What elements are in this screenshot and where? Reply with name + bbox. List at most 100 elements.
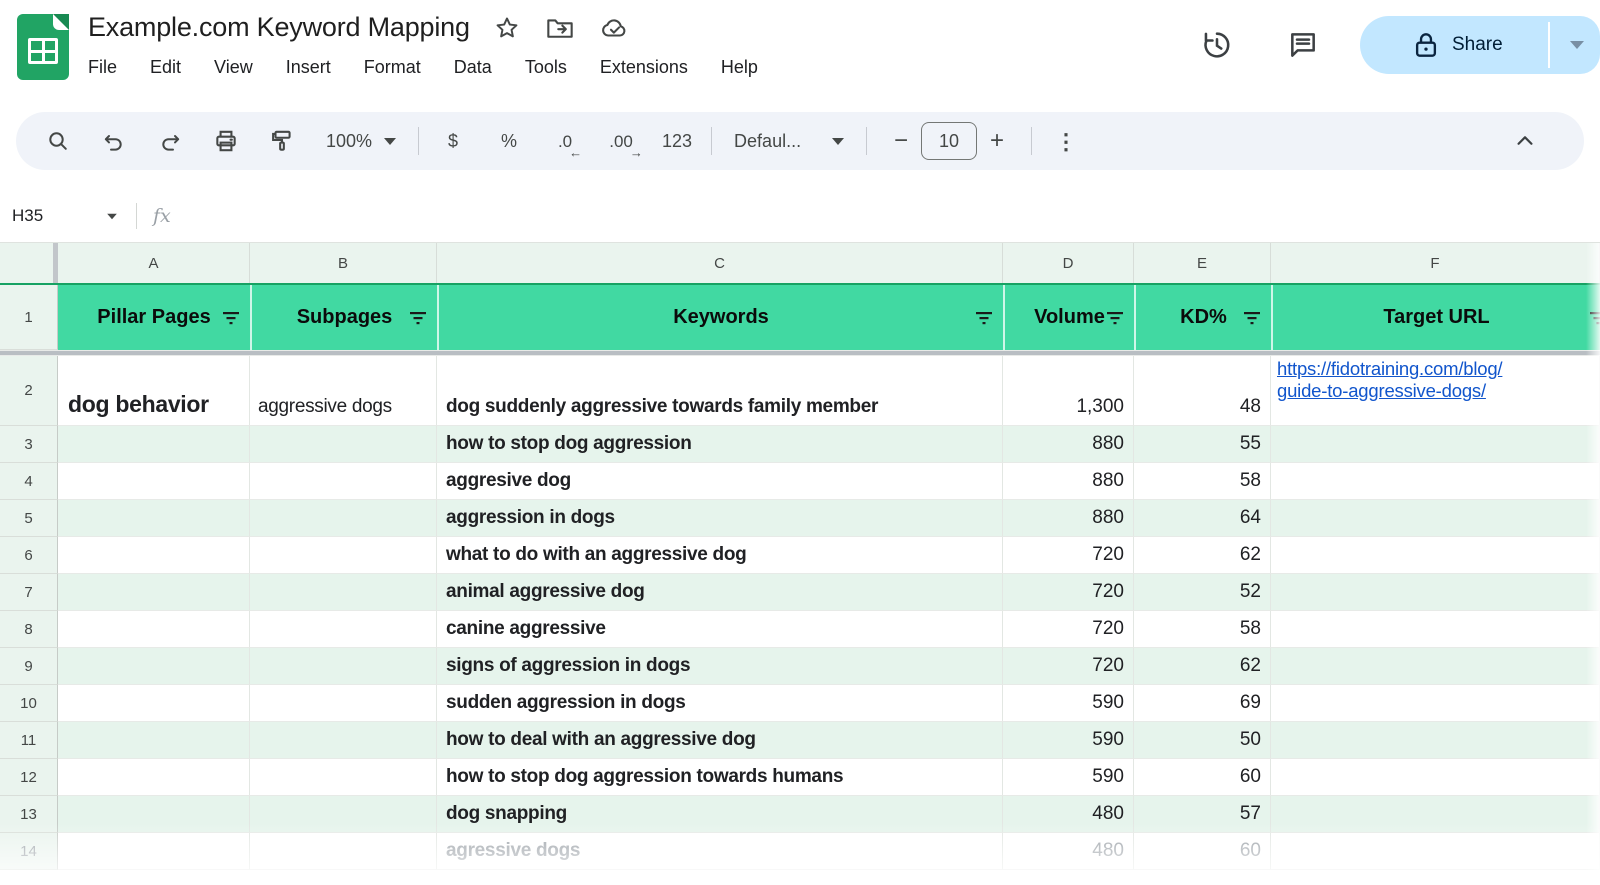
cell-D5[interactable]: 880 xyxy=(1003,500,1134,537)
row-number-14[interactable]: 14 xyxy=(0,833,58,870)
row-number-11[interactable]: 11 xyxy=(0,722,58,759)
cell-C7[interactable]: animal aggressive dog xyxy=(437,574,1003,611)
number-format-button[interactable]: 123 xyxy=(657,121,697,161)
cell-A11[interactable] xyxy=(58,722,250,759)
column-header-B[interactable]: B xyxy=(250,243,437,283)
filter-icon[interactable] xyxy=(975,311,993,325)
cell-C6[interactable]: what to do with an aggressive dog xyxy=(437,537,1003,574)
increase-decimal-button[interactable]: .00→ xyxy=(601,121,641,161)
cell-F8[interactable] xyxy=(1271,611,1600,648)
cell-A3[interactable] xyxy=(58,426,250,463)
cell-D10[interactable]: 590 xyxy=(1003,685,1134,722)
menu-format[interactable]: Format xyxy=(364,57,421,78)
cell-B8[interactable] xyxy=(250,611,437,648)
cell-B11[interactable] xyxy=(250,722,437,759)
cell-B5[interactable] xyxy=(250,500,437,537)
cell-A14[interactable] xyxy=(58,833,250,870)
toolbar-more-button[interactable]: ⋮ xyxy=(1046,121,1086,161)
cell-C14[interactable]: agressive dogs xyxy=(437,833,1003,870)
font-family-control[interactable]: Defaul... xyxy=(726,131,852,152)
row-number-4[interactable]: 4 xyxy=(0,463,58,500)
header-cell-colF[interactable]: Target URL xyxy=(1271,285,1600,350)
cell-E13[interactable]: 57 xyxy=(1134,796,1271,833)
row-number-12[interactable]: 12 xyxy=(0,759,58,796)
menu-data[interactable]: Data xyxy=(454,57,492,78)
column-header-A[interactable]: A xyxy=(58,243,250,283)
menu-view[interactable]: View xyxy=(214,57,253,78)
header-cell-colE[interactable]: KD% xyxy=(1134,285,1271,350)
row-number-6[interactable]: 6 xyxy=(0,537,58,574)
header-cell-colB[interactable]: Subpages xyxy=(250,285,437,350)
cell-F6[interactable] xyxy=(1271,537,1600,574)
cell-F2[interactable]: https://fidotraining.com/blog/guide-to-a… xyxy=(1271,356,1600,426)
filter-icon[interactable] xyxy=(409,311,427,325)
cell-D6[interactable]: 720 xyxy=(1003,537,1134,574)
cell-B14[interactable] xyxy=(250,833,437,870)
zoom-control[interactable]: 100% xyxy=(318,131,404,152)
filter-icon[interactable] xyxy=(222,311,240,325)
cell-C5[interactable]: aggression in dogs xyxy=(437,500,1003,537)
cell-A13[interactable] xyxy=(58,796,250,833)
cell-A10[interactable] xyxy=(58,685,250,722)
menu-insert[interactable]: Insert xyxy=(286,57,331,78)
cell-B7[interactable] xyxy=(250,574,437,611)
cell-E10[interactable]: 69 xyxy=(1134,685,1271,722)
cell-A7[interactable] xyxy=(58,574,250,611)
row-number-13[interactable]: 13 xyxy=(0,796,58,833)
comments-icon[interactable] xyxy=(1286,28,1320,62)
cell-E9[interactable]: 62 xyxy=(1134,648,1271,685)
undo-icon[interactable] xyxy=(94,121,134,161)
version-history-icon[interactable] xyxy=(1200,28,1234,62)
cell-D9[interactable]: 720 xyxy=(1003,648,1134,685)
target-url-link[interactable]: https://fidotraining.com/blog/ xyxy=(1277,358,1502,379)
cell-B12[interactable] xyxy=(250,759,437,796)
cell-B9[interactable] xyxy=(250,648,437,685)
column-header-F[interactable]: F xyxy=(1271,243,1600,283)
cell-C8[interactable]: canine aggressive xyxy=(437,611,1003,648)
row-number-2[interactable]: 2 xyxy=(0,356,58,426)
row-number-10[interactable]: 10 xyxy=(0,685,58,722)
cell-D3[interactable]: 880 xyxy=(1003,426,1134,463)
row-number-9[interactable]: 9 xyxy=(0,648,58,685)
cell-F9[interactable] xyxy=(1271,648,1600,685)
cell-E5[interactable]: 64 xyxy=(1134,500,1271,537)
cell-E14[interactable]: 60 xyxy=(1134,833,1271,870)
cell-F5[interactable] xyxy=(1271,500,1600,537)
search-icon[interactable] xyxy=(38,121,78,161)
cell-A2[interactable]: dog behavior xyxy=(58,356,250,426)
cell-C11[interactable]: how to deal with an aggressive dog xyxy=(437,722,1003,759)
cell-C9[interactable]: signs of aggression in dogs xyxy=(437,648,1003,685)
header-cell-colC[interactable]: Keywords xyxy=(437,285,1003,350)
formula-input[interactable] xyxy=(171,190,1600,242)
cell-C13[interactable]: dog snapping xyxy=(437,796,1003,833)
percent-format-button[interactable]: % xyxy=(489,121,529,161)
menu-edit[interactable]: Edit xyxy=(150,57,181,78)
cell-A8[interactable] xyxy=(58,611,250,648)
cell-C3[interactable]: how to stop dog aggression xyxy=(437,426,1003,463)
cell-E2[interactable]: 48 xyxy=(1134,356,1271,426)
cell-F10[interactable] xyxy=(1271,685,1600,722)
toolbar-collapse-icon[interactable] xyxy=(1514,112,1536,170)
cell-D2[interactable]: 1,300 xyxy=(1003,356,1134,426)
cell-F13[interactable] xyxy=(1271,796,1600,833)
cell-D14[interactable]: 480 xyxy=(1003,833,1134,870)
column-header-E[interactable]: E xyxy=(1134,243,1271,283)
row-number-1[interactable]: 1 xyxy=(0,285,58,350)
cell-A5[interactable] xyxy=(58,500,250,537)
cell-A12[interactable] xyxy=(58,759,250,796)
cell-F3[interactable] xyxy=(1271,426,1600,463)
cell-B6[interactable] xyxy=(250,537,437,574)
cell-D11[interactable]: 590 xyxy=(1003,722,1134,759)
star-icon[interactable] xyxy=(494,15,520,41)
cell-D12[interactable]: 590 xyxy=(1003,759,1134,796)
cell-F4[interactable] xyxy=(1271,463,1600,500)
redo-icon[interactable] xyxy=(150,121,190,161)
filter-icon[interactable] xyxy=(1106,311,1124,325)
row-number-7[interactable]: 7 xyxy=(0,574,58,611)
select-all-corner[interactable] xyxy=(0,243,58,283)
name-box[interactable]: H35 xyxy=(0,206,118,226)
header-cell-colD[interactable]: Volume xyxy=(1003,285,1134,350)
header-cell-colA[interactable]: Pillar Pages xyxy=(58,285,250,350)
doc-title[interactable]: Example.com Keyword Mapping xyxy=(88,12,470,43)
cell-A6[interactable] xyxy=(58,537,250,574)
